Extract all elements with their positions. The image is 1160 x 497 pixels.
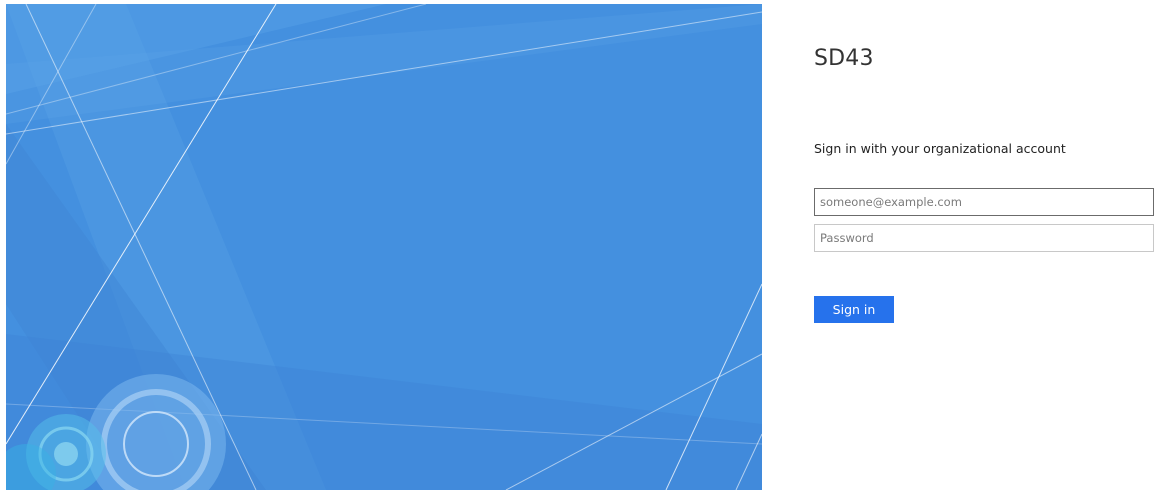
sign-in-instruction: Sign in with your organizational account — [814, 141, 1066, 156]
sign-in-page: SD43 Sign in with your organizational ac… — [0, 0, 1160, 497]
email-field[interactable] — [814, 188, 1154, 216]
sign-in-button[interactable]: Sign in — [814, 296, 894, 323]
password-field[interactable] — [814, 224, 1154, 252]
background-illustration — [6, 4, 762, 490]
organization-name: SD43 — [814, 46, 874, 71]
decorative-lines-graphic — [6, 4, 762, 490]
sign-in-panel: SD43 Sign in with your organizational ac… — [814, 0, 1160, 497]
